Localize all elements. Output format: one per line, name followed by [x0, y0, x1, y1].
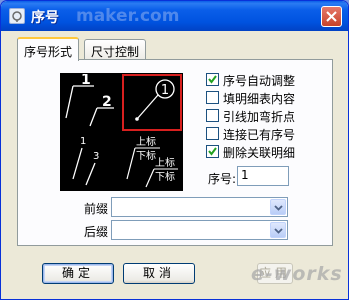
- style-label-4d: 下标: [155, 171, 175, 183]
- checkbox-unchecked[interactable]: [206, 127, 219, 140]
- suffix-dropdown-button[interactable]: [270, 222, 286, 238]
- prefix-label: 前缀: [84, 202, 109, 216]
- prefix-combobox[interactable]: [111, 197, 288, 217]
- eworks-logo: e-works: [251, 263, 343, 285]
- checkbox-unchecked[interactable]: [206, 91, 219, 104]
- checkbox-checked[interactable]: [206, 145, 219, 158]
- number-input[interactable]: 1: [237, 166, 289, 186]
- style-option-2[interactable]: 1: [122, 74, 182, 131]
- option-label: 删除关联明细: [223, 146, 296, 160]
- style-option-3[interactable]: 1 3: [61, 133, 121, 190]
- style-option-1[interactable]: 1 2: [61, 74, 121, 131]
- style-label-3a: 1: [80, 136, 86, 147]
- number-label: 序号:: [208, 172, 237, 186]
- option-label: 序号自动调整: [223, 74, 296, 88]
- tab-size-control[interactable]: 尺寸控制: [84, 39, 147, 60]
- style-label-4a: 上标: [136, 136, 156, 148]
- app-icon[interactable]: [9, 8, 25, 24]
- close-icon: [326, 11, 337, 22]
- window-title: 序号: [31, 10, 59, 26]
- tab-panel: 1 2 1 1 3 上标 下标 上标 下标 序号自动调整 填明细表内容 引线加弯…: [17, 59, 333, 246]
- style-label-1a: 1: [81, 74, 91, 88]
- style-label-2a: 1: [161, 83, 169, 98]
- cancel-button[interactable]: 取消: [123, 263, 195, 284]
- check-icon: [208, 147, 217, 156]
- style-option-4[interactable]: 上标 下标 上标 下标: [122, 133, 182, 190]
- watermark-text: maker.com: [76, 6, 180, 26]
- checkbox-unchecked[interactable]: [206, 109, 219, 122]
- option-label: 引线加弯折点: [223, 110, 296, 124]
- style-label-4c: 上标: [155, 157, 175, 169]
- check-icon: [208, 75, 217, 84]
- close-button[interactable]: [321, 6, 342, 27]
- suffix-combobox[interactable]: [111, 220, 288, 240]
- chevron-down-icon: [274, 228, 283, 234]
- checkbox-checked[interactable]: [206, 73, 219, 86]
- style-label-4b: 下标: [136, 150, 156, 162]
- style-label-1b: 2: [102, 94, 112, 110]
- prefix-dropdown-button[interactable]: [270, 199, 286, 215]
- suffix-label: 后缀: [84, 225, 109, 239]
- dialog-window: 序号 maker.com 序号形式 尺寸控制 1 2 1 1 3 上标 下标 上…: [0, 0, 349, 300]
- ok-button[interactable]: 确定: [42, 263, 114, 284]
- style-grid: 1 2 1 1 3 上标 下标 上标 下标: [60, 73, 183, 191]
- option-label: 连接已有序号: [223, 128, 296, 142]
- chevron-down-icon: [274, 205, 283, 211]
- tab-number-style[interactable]: 序号形式: [17, 37, 80, 61]
- style-label-3b: 3: [93, 151, 99, 162]
- option-label: 填明细表内容: [223, 92, 296, 106]
- title-bar[interactable]: 序号 maker.com: [1, 1, 348, 31]
